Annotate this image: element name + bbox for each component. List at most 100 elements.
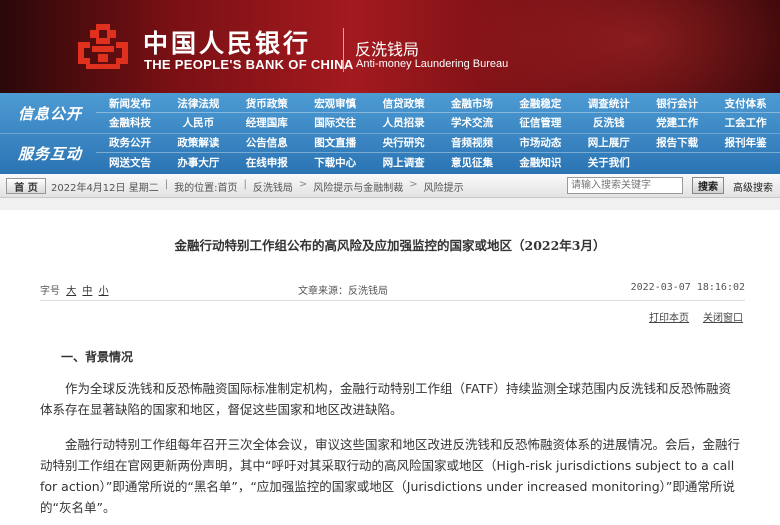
article-datetime: 2022-03-07 18:16:02 bbox=[630, 282, 745, 293]
crumb-risk-sanctions[interactable]: 风险提示与金融制裁 bbox=[313, 179, 403, 194]
nav-item-label: 工会工作 bbox=[724, 117, 767, 129]
breadcrumb-separator: | bbox=[164, 179, 169, 190]
nav-item-label: 信贷政策 bbox=[382, 98, 425, 110]
nav-item[interactable]: 人民币 bbox=[162, 114, 234, 131]
nav-item[interactable]: 支付体系 bbox=[710, 95, 780, 112]
nav-item-label: 调查统计 bbox=[587, 98, 630, 110]
dept-name-cn: 反洗钱局 bbox=[355, 40, 420, 59]
home-button[interactable]: 首 页 bbox=[6, 178, 46, 194]
nav-item[interactable]: 网送文告 bbox=[94, 154, 166, 171]
nav-item[interactable]: 在线申报 bbox=[231, 154, 303, 171]
nav-item[interactable]: 工会工作 bbox=[710, 114, 780, 131]
nav-item[interactable]: 公告信息 bbox=[231, 134, 303, 151]
nav-item[interactable]: 金融科技 bbox=[94, 114, 166, 131]
nav-item[interactable]: 政务公开 bbox=[94, 134, 166, 151]
nav-item[interactable]: 党建工作 bbox=[641, 114, 713, 131]
nav-item[interactable]: 信贷政策 bbox=[368, 95, 440, 112]
nav-item-label: 人民币 bbox=[182, 117, 215, 129]
nav-item-label: 金融稳定 bbox=[519, 98, 562, 110]
bank-name-cn: 中国人民银行 bbox=[143, 29, 312, 58]
nav-item[interactable]: 网上展厅 bbox=[573, 134, 645, 151]
search-button[interactable]: 搜索 bbox=[692, 177, 724, 194]
nav-item[interactable]: 央行研究 bbox=[368, 134, 440, 151]
nav-item-label: 关于我们 bbox=[587, 157, 630, 169]
nav-item-label: 在线申报 bbox=[245, 157, 288, 169]
nav-item[interactable]: 反洗钱 bbox=[573, 114, 645, 131]
crumb-aml-bureau[interactable]: 反洗钱局 bbox=[253, 179, 293, 194]
meta-divider bbox=[40, 300, 745, 301]
article-title: 金融行动特别工作组公布的高风险及应加强监控的国家或地区（2022年3月） bbox=[174, 238, 606, 253]
close-window-link[interactable]: 关闭窗口 bbox=[703, 309, 743, 324]
nav-item-label: 报刊年鉴 bbox=[724, 137, 767, 149]
nav-item-label: 图文直播 bbox=[314, 137, 357, 149]
nav-item[interactable]: 下载中心 bbox=[299, 154, 371, 171]
nav-item-label: 支付体系 bbox=[724, 98, 767, 110]
font-size-control: 字号 大 中 小 bbox=[40, 282, 109, 297]
article-source: 文章来源：反洗钱局 bbox=[298, 286, 388, 297]
nav-item[interactable]: 货币政策 bbox=[231, 95, 303, 112]
nav-item[interactable]: 市场动态 bbox=[504, 134, 576, 151]
nav-section-service[interactable]: 服务互动 bbox=[0, 133, 100, 173]
search-input[interactable] bbox=[567, 177, 683, 194]
nav-item-label: 报告下载 bbox=[656, 137, 699, 149]
nav-grid: 新闻发布 法律法规 货币政策 宏观审慎 信贷政策 金融市场 金融稳定 调查统计 银行会计 支付体系… bbox=[96, 93, 780, 174]
nav-item-label: 市场动态 bbox=[519, 137, 562, 149]
advanced-search-link[interactable]: 高级搜索 bbox=[733, 179, 773, 194]
nav-item-label: 银行会计 bbox=[656, 98, 699, 110]
nav-item-label: 意见征集 bbox=[451, 157, 493, 169]
banner-glow bbox=[460, 0, 780, 93]
article-meta: 字号 大 中 小 文章来源：反洗钱局 2022-03-07 18:16:02 bbox=[40, 282, 745, 297]
nav-item[interactable]: 国际交往 bbox=[299, 114, 371, 131]
breadcrumb-separator: | bbox=[243, 179, 247, 190]
nav-item[interactable]: 人员招录 bbox=[368, 114, 440, 131]
nav-item[interactable]: 意见征集 bbox=[436, 154, 508, 171]
nav-item-label: 政务公开 bbox=[109, 137, 151, 149]
nav-item[interactable]: 政策解读 bbox=[162, 134, 234, 151]
nav-item[interactable]: 报刊年鉴 bbox=[710, 134, 780, 151]
font-size-large[interactable]: 大 bbox=[66, 286, 76, 297]
nav-item[interactable]: 学术交流 bbox=[436, 114, 508, 131]
nav-item[interactable]: 图文直播 bbox=[299, 134, 371, 151]
nav-item[interactable]: 音频视频 bbox=[436, 134, 508, 151]
nav-item-label: 央行研究 bbox=[382, 137, 425, 149]
nav-section-info[interactable]: 信息公开 bbox=[0, 93, 100, 133]
font-size-medium[interactable]: 中 bbox=[82, 286, 92, 297]
pboc-logo-icon[interactable] bbox=[72, 20, 134, 72]
nav-item-label: 经理国库 bbox=[245, 117, 288, 129]
article-tools: 打印本页 关闭窗口 bbox=[649, 309, 743, 324]
nav-item[interactable]: 报告下载 bbox=[641, 134, 713, 151]
nav-item-label: 网上调查 bbox=[382, 157, 425, 169]
font-size-small[interactable]: 小 bbox=[99, 286, 109, 297]
nav-item-label: 金融市场 bbox=[451, 98, 493, 110]
nav-item-label: 办事大厅 bbox=[177, 157, 220, 169]
nav-item-label: 网送文告 bbox=[109, 157, 151, 169]
nav-item[interactable]: 办事大厅 bbox=[162, 154, 234, 171]
print-page-link[interactable]: 打印本页 bbox=[649, 309, 689, 324]
crumb-risk-alerts[interactable]: 风险提示 bbox=[424, 179, 464, 194]
nav-item-label: 宏观审慎 bbox=[314, 98, 357, 110]
site-banner: 中国人民银行 THE PEOPLE'S BANK OF CHINA 反洗钱局 A… bbox=[0, 0, 780, 93]
nav-item[interactable]: 关于我们 bbox=[573, 154, 645, 171]
article-container: 金融行动特别工作组公布的高风险及应加强监控的国家或地区（2022年3月） 字号 … bbox=[0, 210, 780, 525]
nav-item[interactable]: 调查统计 bbox=[573, 95, 645, 112]
nav-item[interactable]: 新闻发布 bbox=[94, 95, 166, 112]
nav-item[interactable]: 征信管理 bbox=[504, 114, 576, 131]
nav-item-label: 网上展厅 bbox=[587, 137, 630, 149]
nav-item-label: 下载中心 bbox=[314, 157, 357, 169]
nav-item[interactable]: 金融知识 bbox=[504, 154, 576, 171]
nav-item[interactable]: 金融稳定 bbox=[504, 95, 576, 112]
nav-row-divider bbox=[96, 112, 780, 113]
breadcrumb-bar: 首 页 2022年4月12日 星期二 | 我的位置:首页 | 反洗钱局 > 风险… bbox=[0, 174, 780, 198]
dept-name-en: Anti-money Laundering Bureau bbox=[356, 58, 509, 70]
nav-item-label: 学术交流 bbox=[451, 117, 493, 129]
nav-item[interactable]: 网上调查 bbox=[368, 154, 440, 171]
nav-item[interactable]: 法律法规 bbox=[162, 95, 234, 112]
nav-item[interactable]: 宏观审慎 bbox=[299, 95, 371, 112]
nav-item-label: 党建工作 bbox=[656, 117, 699, 129]
nav-item[interactable]: 经理国库 bbox=[231, 114, 303, 131]
location-label: 我的位置:首页 bbox=[174, 183, 238, 194]
crumb-home[interactable]: 首页 bbox=[217, 183, 237, 194]
nav-item[interactable]: 银行会计 bbox=[641, 95, 713, 112]
nav-item-label: 征信管理 bbox=[519, 117, 562, 129]
nav-item[interactable]: 金融市场 bbox=[436, 95, 508, 112]
